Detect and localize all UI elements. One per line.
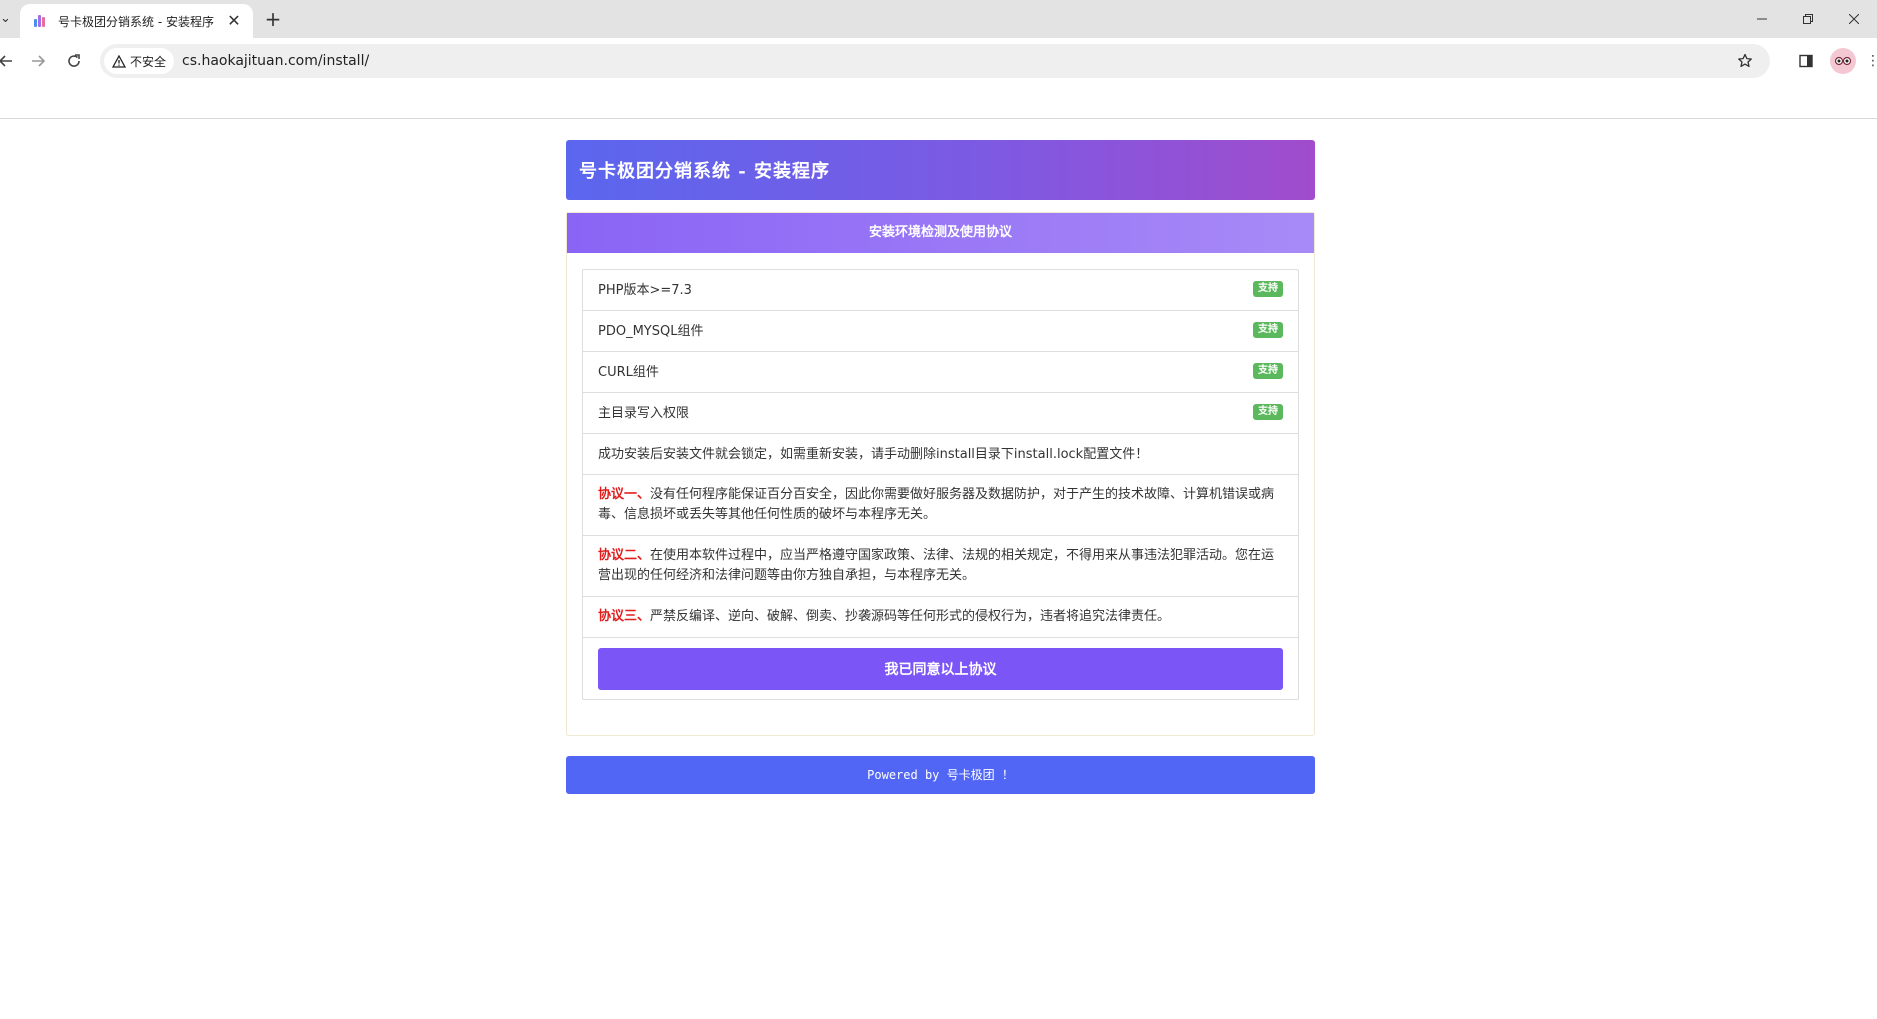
agreement-text: 在使用本软件过程中，应当严格遵守国家政策、法律、法规的相关规定，不得用来从事违法… [598, 548, 1275, 583]
agreement-title: 协议二、 [598, 548, 651, 563]
check-label: PHP版本>=7.3 [598, 283, 692, 298]
panel-body: PHP版本>=7.3 支持 PDO_MYSQL组件 支持 CURL组件 支持 主… [567, 253, 1314, 735]
lock-note-text: 成功安装后安装文件就会锁定，如需重新安装，请手动删除install目录下inst… [598, 447, 1149, 462]
check-item-curl: CURL组件 支持 [583, 352, 1298, 393]
check-label: PDO_MYSQL组件 [598, 324, 704, 339]
install-panel: 安装环境检测及使用协议 PHP版本>=7.3 支持 PDO_MYSQL组件 支持… [566, 212, 1315, 736]
minimize-icon[interactable] [1739, 0, 1785, 38]
toolbar-divider [0, 118, 1877, 119]
tab-close-icon[interactable]: ✕ [225, 12, 243, 30]
star-icon[interactable] [1734, 50, 1756, 72]
window-controls [1739, 0, 1877, 38]
warning-triangle-icon [112, 54, 126, 68]
status-badge: 支持 [1253, 281, 1283, 297]
new-tab-button[interactable]: + [262, 8, 284, 30]
back-arrow-icon[interactable] [0, 49, 18, 73]
agreement-item-2: 协议二、在使用本软件过程中，应当严格遵守国家政策、法律、法规的相关规定，不得用来… [583, 536, 1298, 597]
address-bar[interactable]: 不安全 cs.haokajituan.com/install/ [100, 44, 1770, 78]
side-panel-icon[interactable] [1794, 49, 1818, 73]
agree-action-row: 我已同意以上协议 [583, 638, 1298, 699]
check-item-write-permission: 主目录写入权限 支持 [583, 393, 1298, 434]
tab-title: 号卡极团分销系统 - 安装程序 [58, 14, 214, 29]
lock-note: 成功安装后安装文件就会锁定，如需重新安装，请手动删除install目录下inst… [583, 434, 1298, 475]
restore-icon[interactable] [1785, 0, 1831, 38]
reload-icon[interactable] [62, 49, 86, 73]
url-text[interactable]: cs.haokajituan.com/install/ [182, 44, 369, 78]
agreement-title: 协议一、 [598, 487, 651, 502]
check-item-pdo-mysql: PDO_MYSQL组件 支持 [583, 311, 1298, 352]
check-list: PHP版本>=7.3 支持 PDO_MYSQL组件 支持 CURL组件 支持 主… [582, 269, 1299, 700]
status-badge: 支持 [1253, 363, 1283, 379]
browser-toolbar: 不安全 cs.haokajituan.com/install/ ⋮ [0, 38, 1877, 84]
status-badge: 支持 [1253, 404, 1283, 420]
agree-button[interactable]: 我已同意以上协议 [598, 648, 1283, 690]
agreement-item-1: 协议一、没有任何程序能保证百分百安全，因此你需要做好服务器及数据防护，对于产生的… [583, 475, 1298, 536]
check-item-php: PHP版本>=7.3 支持 [583, 270, 1298, 311]
install-container: 号卡极团分销系统 - 安装程序 安装环境检测及使用协议 PHP版本>=7.3 支… [566, 140, 1315, 794]
browser-tab[interactable]: 号卡极团分销系统 - 安装程序 ✕ [20, 4, 253, 38]
check-label: 主目录写入权限 [598, 406, 690, 421]
browser-tab-bar: ⌄ 号卡极团分销系统 - 安装程序 ✕ + [0, 0, 1877, 38]
status-badge: 支持 [1253, 322, 1283, 338]
panel-heading: 安装环境检测及使用协议 [567, 213, 1314, 253]
profile-avatar-icon[interactable] [1830, 48, 1856, 74]
page-header: 号卡极团分销系统 - 安装程序 [566, 140, 1315, 200]
agreement-text: 没有任何程序能保证百分百安全，因此你需要做好服务器及数据防护，对于产生的技术故障… [598, 487, 1275, 522]
page-title: 号卡极团分销系统 - 安装程序 [579, 161, 831, 182]
check-label: CURL组件 [598, 365, 659, 380]
security-chip-label: 不安全 [130, 54, 167, 69]
tab-search-chevron-icon[interactable]: ⌄ [0, 10, 12, 28]
kebab-menu-icon[interactable]: ⋮ [1866, 51, 1874, 71]
agreement-text: 严禁反编译、逆向、破解、倒卖、抄袭源码等任何形式的侵权行为，违者将追究法律责任。 [650, 609, 1171, 624]
site-favicon-icon [32, 13, 48, 29]
footer: Powered by 号卡极团 ！ [566, 756, 1315, 794]
window-close-icon[interactable] [1831, 0, 1877, 38]
forward-arrow-icon[interactable] [26, 49, 50, 73]
security-chip[interactable]: 不安全 [104, 48, 175, 74]
agreement-item-3: 协议三、严禁反编译、逆向、破解、倒卖、抄袭源码等任何形式的侵权行为，违者将追究法… [583, 597, 1298, 638]
agreement-title: 协议三、 [598, 609, 651, 624]
